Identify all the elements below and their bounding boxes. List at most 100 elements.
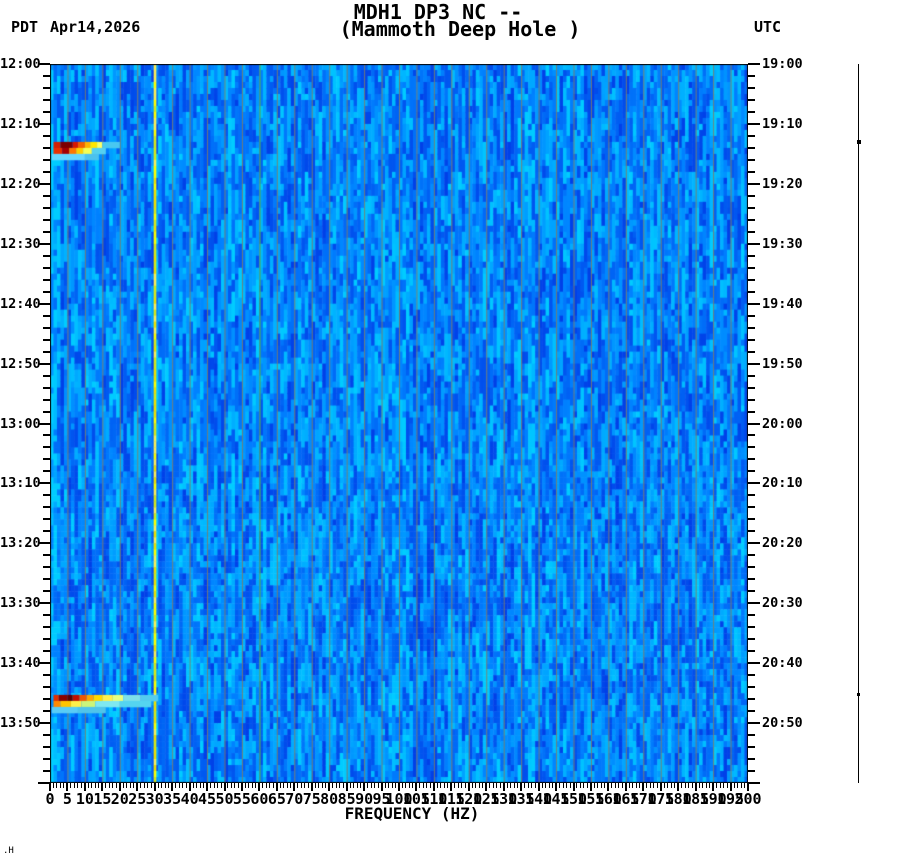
freq-tick-label: 80	[320, 790, 339, 808]
freq-minor-tick	[115, 783, 117, 788]
freq-minor-tick	[496, 783, 498, 788]
freq-minor-tick	[422, 783, 424, 788]
freq-minor-tick	[663, 783, 665, 788]
right-major-tick	[748, 302, 760, 305]
right-minor-tick	[748, 398, 755, 401]
left-minor-tick	[43, 770, 50, 773]
freq-tick-label: 0	[45, 790, 55, 808]
right-minor-tick	[748, 446, 755, 449]
left-time-label: 12:20	[0, 175, 41, 192]
freq-minor-tick	[737, 783, 739, 788]
freq-minor-tick	[408, 783, 410, 788]
freq-minor-tick	[335, 783, 337, 788]
freq-minor-tick	[618, 783, 620, 788]
freq-minor-tick	[112, 783, 114, 788]
freq-minor-tick	[304, 783, 306, 788]
left-time-label: 12:50	[0, 355, 41, 372]
freq-minor-tick	[374, 783, 376, 788]
left-minor-tick	[43, 494, 50, 497]
freq-minor-tick	[681, 783, 683, 788]
freq-minor-tick	[604, 783, 606, 788]
left-minor-tick	[43, 674, 50, 677]
freq-minor-tick	[559, 783, 561, 788]
right-time-label: 20:00	[762, 415, 803, 432]
freq-minor-tick	[454, 783, 456, 788]
freq-minor-tick	[482, 783, 484, 788]
amplitude-trace-event-mark	[857, 693, 860, 697]
left-time-label: 13:50	[0, 715, 41, 732]
right-time-label: 19:50	[762, 355, 803, 372]
freq-minor-tick	[628, 783, 630, 788]
right-time-label: 19:20	[762, 175, 803, 192]
freq-tick-label: 30	[145, 790, 164, 808]
freq-minor-tick	[297, 783, 299, 788]
freq-minor-tick	[94, 783, 96, 788]
freq-minor-tick	[395, 783, 396, 788]
left-minor-tick	[43, 458, 50, 461]
freq-minor-tick	[360, 783, 362, 788]
freq-minor-tick	[705, 783, 707, 788]
freq-minor-tick	[611, 783, 613, 788]
left-minor-tick	[43, 146, 50, 149]
freq-minor-tick	[698, 783, 700, 788]
freq-minor-tick	[405, 783, 407, 788]
right-major-tick	[748, 602, 760, 605]
right-major-tick	[748, 122, 760, 125]
freq-minor-tick	[457, 783, 459, 788]
left-minor-tick	[43, 374, 50, 377]
right-minor-tick	[748, 638, 755, 641]
freq-minor-tick	[59, 783, 61, 788]
right-minor-tick	[748, 710, 755, 713]
freq-minor-tick	[401, 783, 403, 788]
right-minor-tick	[748, 686, 755, 689]
right-minor-tick	[748, 134, 755, 137]
freq-minor-tick	[342, 783, 344, 788]
freq-minor-tick	[719, 783, 721, 788]
right-minor-tick	[748, 734, 755, 737]
freq-minor-tick	[203, 783, 205, 788]
x-axis-title: FREQUENCY (HZ)	[344, 804, 480, 823]
right-minor-tick	[748, 434, 755, 437]
timezone-left-label: PDT	[11, 18, 39, 36]
right-minor-tick	[748, 494, 755, 497]
freq-tick-label: 70	[285, 790, 304, 808]
freq-minor-tick	[716, 783, 718, 788]
freq-minor-tick	[744, 783, 745, 788]
freq-minor-tick	[569, 783, 571, 788]
freq-minor-tick	[105, 783, 107, 788]
left-minor-tick	[43, 98, 50, 101]
freq-minor-tick	[199, 783, 201, 788]
left-minor-tick	[43, 626, 50, 629]
freq-minor-tick	[227, 783, 229, 788]
spectrogram-canvas	[50, 64, 748, 783]
left-time-label: 13:20	[0, 535, 41, 552]
freq-minor-tick	[192, 783, 194, 788]
right-minor-tick	[748, 386, 755, 389]
right-minor-tick	[748, 278, 755, 281]
freq-minor-tick	[349, 783, 351, 788]
right-minor-tick	[748, 614, 755, 617]
freq-minor-tick	[52, 783, 54, 788]
freq-minor-tick	[283, 783, 285, 788]
left-minor-tick	[43, 170, 50, 173]
freq-minor-tick	[513, 783, 515, 788]
freq-minor-tick	[726, 783, 728, 788]
freq-minor-tick	[70, 783, 72, 788]
right-minor-tick	[748, 566, 755, 569]
right-minor-tick	[748, 650, 755, 653]
freq-minor-tick	[461, 783, 463, 788]
freq-minor-tick	[545, 783, 547, 788]
timezone-right-label: UTC	[754, 18, 782, 36]
left-minor-tick	[43, 74, 50, 77]
freq-minor-tick	[98, 783, 100, 788]
left-minor-tick	[43, 326, 50, 329]
left-minor-tick	[43, 158, 50, 161]
right-major-tick	[748, 482, 760, 485]
left-time-label: 13:30	[0, 595, 41, 612]
left-minor-tick	[43, 398, 50, 401]
freq-minor-tick	[129, 783, 131, 788]
left-minor-tick	[43, 254, 50, 257]
freq-minor-tick	[220, 783, 222, 788]
right-major-tick	[748, 542, 760, 545]
right-time-label: 19:10	[762, 115, 803, 132]
